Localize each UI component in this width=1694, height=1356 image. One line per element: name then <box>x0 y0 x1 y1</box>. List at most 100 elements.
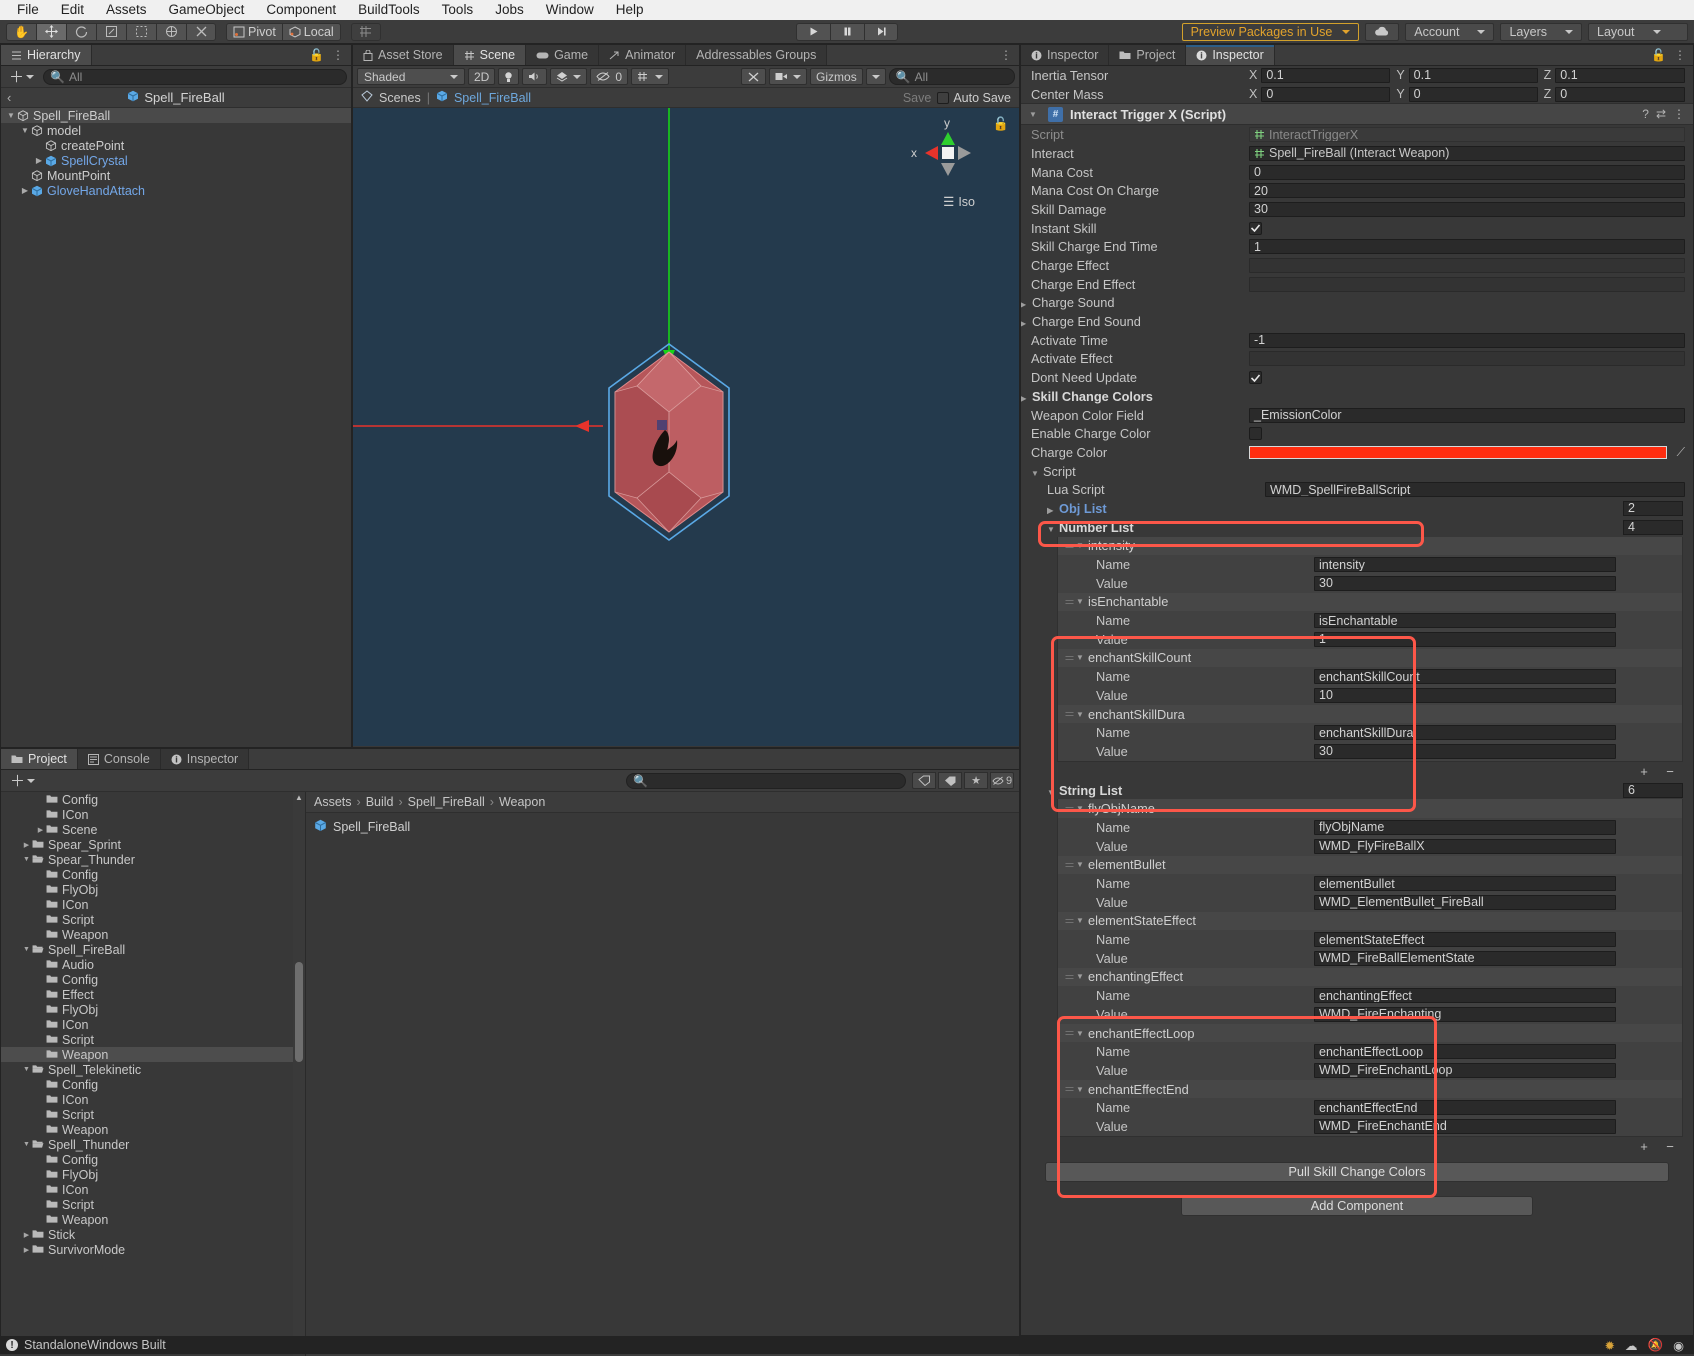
project-folder-spell_thunder[interactable]: ▼ Spell_Thunder <box>1 1137 305 1152</box>
field-skill-change-colors[interactable]: ▶ Skill Change Colors <box>1021 387 1693 406</box>
field-checkbox[interactable] <box>1249 221 1262 235</box>
project-folder-config[interactable]: Config <box>1 792 305 807</box>
number-list-item-enchantskillcount[interactable]: ＝ ▼ enchantSkillCount <box>1058 648 1682 668</box>
drag-handle-icon[interactable]: ＝ <box>1064 857 1075 873</box>
pause-button[interactable] <box>830 22 864 41</box>
collab-icon[interactable]: ✹ <box>1605 1338 1615 1353</box>
section-string-list[interactable]: ▼ String List 6 <box>1021 781 1693 800</box>
project-folder-spell_fireball[interactable]: ▼ Spell_FireBall <box>1 942 305 957</box>
field-object-reference[interactable]: Spell_FireBall (Interact Weapon) <box>1249 145 1685 161</box>
field-dont-need-update[interactable]: Dont Need Update <box>1021 368 1693 387</box>
field-mana-cost[interactable]: Mana Cost 0 <box>1021 163 1693 182</box>
string-list-enchantingeffect-value-input[interactable]: WMD_FireEnchanting <box>1314 1006 1616 1022</box>
string-list-elementstateeffect-name-row[interactable]: Name elementStateEffect <box>1058 930 1682 949</box>
chevron-right-icon[interactable]: ▶ <box>1047 506 1058 515</box>
project-folder-spell_telekinetic[interactable]: ▼ Spell_Telekinetic <box>1 1062 305 1077</box>
number-list-intensity-name-input[interactable]: intensity <box>1314 557 1616 573</box>
project-folder-stick[interactable]: ▶ Stick <box>1 1227 305 1242</box>
scene-breadcrumb-object[interactable]: Spell_FireBall <box>454 91 531 105</box>
axis-input-y[interactable]: 0 <box>1408 86 1538 102</box>
tab-game[interactable]: Game <box>526 45 600 65</box>
field-charge-end-effect[interactable]: Charge End Effect <box>1021 275 1693 294</box>
chevron-down-icon[interactable]: ▼ <box>1076 972 1087 981</box>
field-weapon-color-field[interactable]: Weapon Color Field _EmissionColor <box>1021 406 1693 425</box>
string-list-count[interactable]: 6 <box>1623 782 1683 798</box>
project-folder-weapon[interactable]: Weapon <box>1 1212 305 1227</box>
tab-hierarchy[interactable]: Hierarchy <box>1 45 92 65</box>
step-button[interactable] <box>864 22 898 41</box>
menu-item-component[interactable]: Component <box>255 0 347 20</box>
field-interact[interactable]: Interact Spell_FireBall (Interact Weapon) <box>1021 144 1693 163</box>
project-folder-spear_thunder[interactable]: ▼ Spear_Thunder <box>1 852 305 867</box>
project-folder-weapon[interactable]: Weapon <box>1 1047 305 1062</box>
kebab-menu-icon[interactable]: ⋮ <box>332 48 344 62</box>
account-dropdown[interactable]: Account <box>1405 22 1495 41</box>
string-list-item-flyobjname[interactable]: ＝ ▼ flyObjName <box>1058 799 1682 819</box>
project-folder-icon[interactable]: ICon <box>1 807 305 822</box>
number-list-intensity-name-row[interactable]: Name intensity <box>1058 555 1682 574</box>
chevron-down-icon[interactable]: ▼ <box>1076 710 1087 719</box>
play-button[interactable] <box>796 22 830 41</box>
vector3-field[interactable]: X0Y0Z0 <box>1249 86 1685 102</box>
auto-save-toggle[interactable]: Auto Save <box>937 91 1011 105</box>
string-list-enchanteffectend-name-input[interactable]: enchantEffectEnd <box>1314 1100 1616 1116</box>
filter-type-icon[interactable] <box>912 772 936 789</box>
string-list-elementstateeffect-value-input[interactable]: WMD_FireBallElementState <box>1314 950 1616 966</box>
menu-item-tools[interactable]: Tools <box>431 0 485 20</box>
gizmos-dropdown[interactable]: Gizmos <box>810 68 863 85</box>
lock-icon[interactable]: 🔓 <box>1651 48 1666 62</box>
scene-lighting-icon[interactable] <box>498 68 520 85</box>
number-list-isenchantable-value-row[interactable]: Value 1 <box>1058 630 1682 649</box>
field-checkbox[interactable] <box>1249 427 1262 441</box>
string-list-enchanteffectend-value-input[interactable]: WMD_FireEnchantEnd <box>1314 1118 1616 1134</box>
project-folder-weapon[interactable]: Weapon <box>1 1122 305 1137</box>
field-charge-sound[interactable]: ▶ Charge Sound <box>1021 294 1693 313</box>
number-list-item-enchantskilldura[interactable]: ＝ ▼ enchantSkillDura <box>1058 704 1682 724</box>
chevron-down-icon[interactable]: ▼ <box>1047 525 1058 534</box>
chevron-right-icon[interactable]: ▶ <box>35 826 46 834</box>
create-asset-button[interactable]: ＋ <box>6 770 39 791</box>
string-list-enchantingeffect-value-row[interactable]: Value WMD_FireEnchanting <box>1058 1005 1682 1024</box>
pivot-toggle[interactable]: Pivot <box>226 22 283 41</box>
hierarchy-tree[interactable]: ▼ Spell_FireBall ▼ model createPoint ▶ SpellCr… <box>1 108 351 747</box>
string-list-enchantingeffect-name-row[interactable]: Name enchantingEffect <box>1058 986 1682 1005</box>
drag-handle-icon[interactable]: ＝ <box>1064 538 1075 554</box>
snap-grid-icon[interactable] <box>350 22 381 41</box>
scene-audio-icon[interactable] <box>522 68 548 85</box>
project-search-input[interactable]: 🔍 <box>626 772 906 789</box>
string-list-item-elementstateeffect[interactable]: ＝ ▼ elementStateEffect <box>1058 911 1682 931</box>
string-list-enchanteffectloop-name-input[interactable]: enchantEffectLoop <box>1314 1044 1616 1060</box>
hierarchy-item-mountpoint[interactable]: MountPoint <box>1 168 351 183</box>
tab-inspector-2[interactable]: Inspector <box>1186 45 1275 65</box>
help-circle-icon[interactable]: ◉ <box>1673 1338 1684 1353</box>
vector3-field[interactable]: X 0.1 Y 0.1 Z 0.1 <box>1249 67 1685 83</box>
chevron-down-icon[interactable]: ▼ <box>1047 788 1058 797</box>
chevron-down-icon[interactable]: ▼ <box>21 1066 32 1073</box>
create-gameobject-button[interactable]: ＋ <box>5 66 38 87</box>
string-list-elementstateeffect-value-row[interactable]: Value WMD_FireBallElementState <box>1058 949 1682 968</box>
string-list-enchanteffectloop-value-row[interactable]: Value WMD_FireEnchantLoop <box>1058 1061 1682 1080</box>
chevron-right-icon[interactable]: ▶ <box>1021 394 1031 403</box>
project-folder-script[interactable]: Script <box>1 912 305 927</box>
field-mana-cost-on-charge[interactable]: Mana Cost On Charge 20 <box>1021 181 1693 200</box>
string-list-item-enchantingeffect[interactable]: ＝ ▼ enchantingEffect <box>1058 967 1682 987</box>
scene-lock-icon[interactable]: 🔓 <box>993 116 1009 132</box>
field-charge-color[interactable]: Charge Color ⟋ <box>1021 443 1693 462</box>
gizmos-dropdown-caret[interactable] <box>865 68 886 85</box>
field-color-swatch[interactable] <box>1249 445 1667 459</box>
field-skill-charge-end-time[interactable]: Skill Charge End Time 1 <box>1021 238 1693 257</box>
scene-canvas[interactable]: y x 🔓 ☰ Iso <box>353 108 1019 746</box>
tab-inspector-1[interactable]: Inspector <box>1021 45 1110 65</box>
project-folder-flyobj[interactable]: FlyObj <box>1 1002 305 1017</box>
project-folder-icon[interactable]: ICon <box>1 1017 305 1032</box>
chevron-down-icon[interactable]: ▼ <box>1076 1085 1087 1094</box>
asset-item-spell-fireball[interactable]: Spell_FireBall <box>314 819 1011 835</box>
string-list-item-enchanteffectend[interactable]: ＝ ▼ enchantEffectEnd <box>1058 1079 1682 1099</box>
drag-handle-icon[interactable]: ＝ <box>1064 1025 1075 1041</box>
scene-grid-dropdown[interactable] <box>631 68 670 85</box>
field-charge-end-sound[interactable]: ▶ Charge End Sound <box>1021 312 1693 331</box>
menu-item-window[interactable]: Window <box>535 0 605 20</box>
number-list-enchantskilldura-value-input[interactable]: 30 <box>1314 743 1616 759</box>
vector-z-part[interactable]: Z0 <box>1544 86 1685 102</box>
field-input[interactable]: 20 <box>1249 183 1685 199</box>
